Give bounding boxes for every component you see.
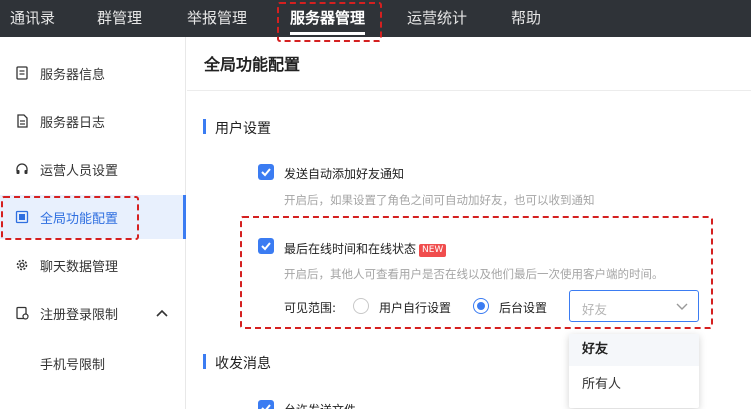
sidebar: 服务器信息 服务器日志 运营人员设置 全局功能配置 聊天数据管理 注册登录限制 … — [0, 37, 186, 409]
divider — [187, 90, 751, 91]
sidebar-item-label: 注册登录限制 — [40, 307, 119, 323]
main-content: 全局功能配置 用户设置 发送自动添加好友通知 开启后，如果设置了角色之间可自动加… — [187, 37, 751, 409]
allow-send-file-checkbox[interactable] — [258, 400, 274, 409]
option-desc: 开启后，如果设置了角色之间可自动加好友，也可以收到通知 — [284, 193, 595, 207]
global-config-icon — [15, 210, 29, 224]
option-label: 最后在线时间和在线状态 — [284, 242, 417, 256]
radio-user-setting[interactable] — [353, 298, 369, 314]
page-title: 全局功能配置 — [204, 55, 301, 74]
tab-group-management[interactable]: 群管理 — [97, 0, 142, 37]
sidebar-subitem-phone-limit[interactable]: 手机号限制 — [40, 354, 105, 373]
headset-icon — [16, 163, 28, 174]
check-icon — [261, 168, 271, 177]
radio-label: 用户自行设置 — [379, 301, 452, 315]
radio-admin-setting[interactable] — [473, 298, 489, 314]
sidebar-item-chat-data[interactable]: 聊天数据管理 — [0, 243, 186, 287]
chevron-up-icon — [156, 309, 168, 317]
online-status-checkbox[interactable] — [258, 238, 274, 254]
sidebar-item-label: 全局功能配置 — [40, 211, 119, 227]
sidebar-item-label: 运营人员设置 — [40, 163, 119, 179]
tab-server-management[interactable]: 服务器管理 — [290, 0, 366, 37]
tab-contacts[interactable]: 通讯录 — [10, 0, 55, 37]
check-icon — [261, 404, 271, 409]
tab-help[interactable]: 帮助 — [511, 0, 541, 37]
sidebar-item-label: 服务器信息 — [40, 67, 106, 83]
option-desc: 开启后，其他人可查看用户是否在线以及他们最后一次使用客户端的时间。 — [284, 267, 664, 281]
tab-report-management[interactable]: 举报管理 — [187, 0, 247, 37]
new-badge: NEW — [419, 244, 447, 257]
sidebar-item-label: 服务器日志 — [40, 115, 106, 131]
visibility-dropdown: 好友 所有人 — [569, 334, 699, 408]
option-label: 发送自动添加好友通知 — [284, 167, 405, 181]
server-info-icon — [16, 66, 28, 80]
sidebar-item-register-limit[interactable]: 注册登录限制 — [0, 291, 186, 335]
option-label: 允许发送文件 — [284, 401, 356, 409]
dropdown-item-everyone[interactable]: 所有人 — [569, 369, 699, 401]
sidebar-item-server-info[interactable]: 服务器信息 — [0, 51, 186, 95]
visibility-select[interactable]: 好友 — [569, 290, 699, 322]
register-icon — [16, 306, 29, 320]
check-icon — [261, 242, 271, 251]
log-icon — [17, 114, 28, 128]
dropdown-item-friends[interactable]: 好友 — [569, 334, 699, 366]
top-nav: 通讯录 群管理 举报管理 服务器管理 运营统计 帮助 — [0, 0, 751, 37]
section-title-messages: 收发消息 — [203, 353, 271, 373]
chevron-down-icon — [676, 303, 688, 310]
option-label-wrap: 最后在线时间和在线状态 NEW — [284, 240, 447, 257]
sidebar-item-operator-settings[interactable]: 运营人员设置 — [0, 147, 186, 191]
select-placeholder: 好友 — [582, 302, 608, 317]
section-title-user-settings: 用户设置 — [203, 118, 271, 138]
tab-operation-stats[interactable]: 运营统计 — [407, 0, 467, 37]
radio-label: 后台设置 — [499, 301, 548, 315]
gear-icon — [16, 259, 28, 271]
auto-friend-notice-checkbox[interactable] — [258, 164, 274, 180]
sidebar-item-server-log[interactable]: 服务器日志 — [0, 99, 186, 143]
visibility-label: 可见范围: — [284, 301, 337, 315]
sidebar-item-label: 聊天数据管理 — [40, 259, 119, 275]
sidebar-item-global-config[interactable]: 全局功能配置 — [0, 195, 186, 239]
